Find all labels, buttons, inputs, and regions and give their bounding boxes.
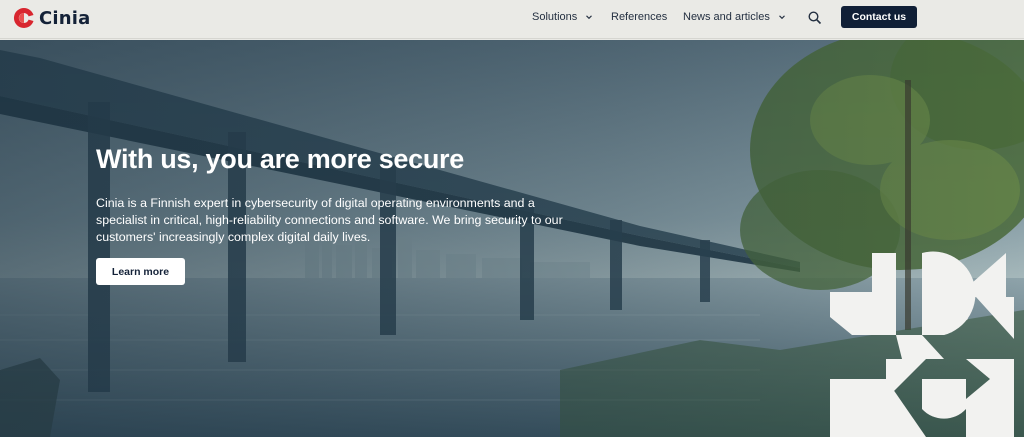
nav-solutions[interactable]: Solutions	[532, 11, 593, 23]
contact-us-button[interactable]: Contact us	[841, 6, 917, 28]
nav-references-label: References	[611, 11, 668, 23]
hero-title: With us, you are more secure	[96, 144, 464, 174]
nav-references[interactable]: References	[611, 11, 667, 23]
learn-more-button[interactable]: Learn more	[96, 258, 185, 285]
brand-logo[interactable]: Cinia	[13, 7, 91, 29]
hero-description: Cinia is a Finnish expert in cybersecuri…	[96, 196, 563, 244]
cinia-logo-icon	[13, 7, 34, 28]
chevron-down-icon	[778, 15, 785, 20]
geometric-pattern-graphic	[830, 251, 1014, 437]
nav-solutions-label: Solutions	[532, 11, 578, 23]
site-header: Cinia Solutions References News and arti…	[0, 0, 1024, 39]
search-icon[interactable]	[807, 10, 823, 26]
nav-news-label: News and articles	[683, 11, 770, 23]
hero-section: With us, you are more secure Cinia is a …	[0, 40, 1024, 437]
brand-name: Cinia	[39, 7, 91, 29]
chevron-down-icon	[586, 15, 593, 20]
nav-news-and-articles[interactable]: News and articles	[683, 11, 786, 23]
